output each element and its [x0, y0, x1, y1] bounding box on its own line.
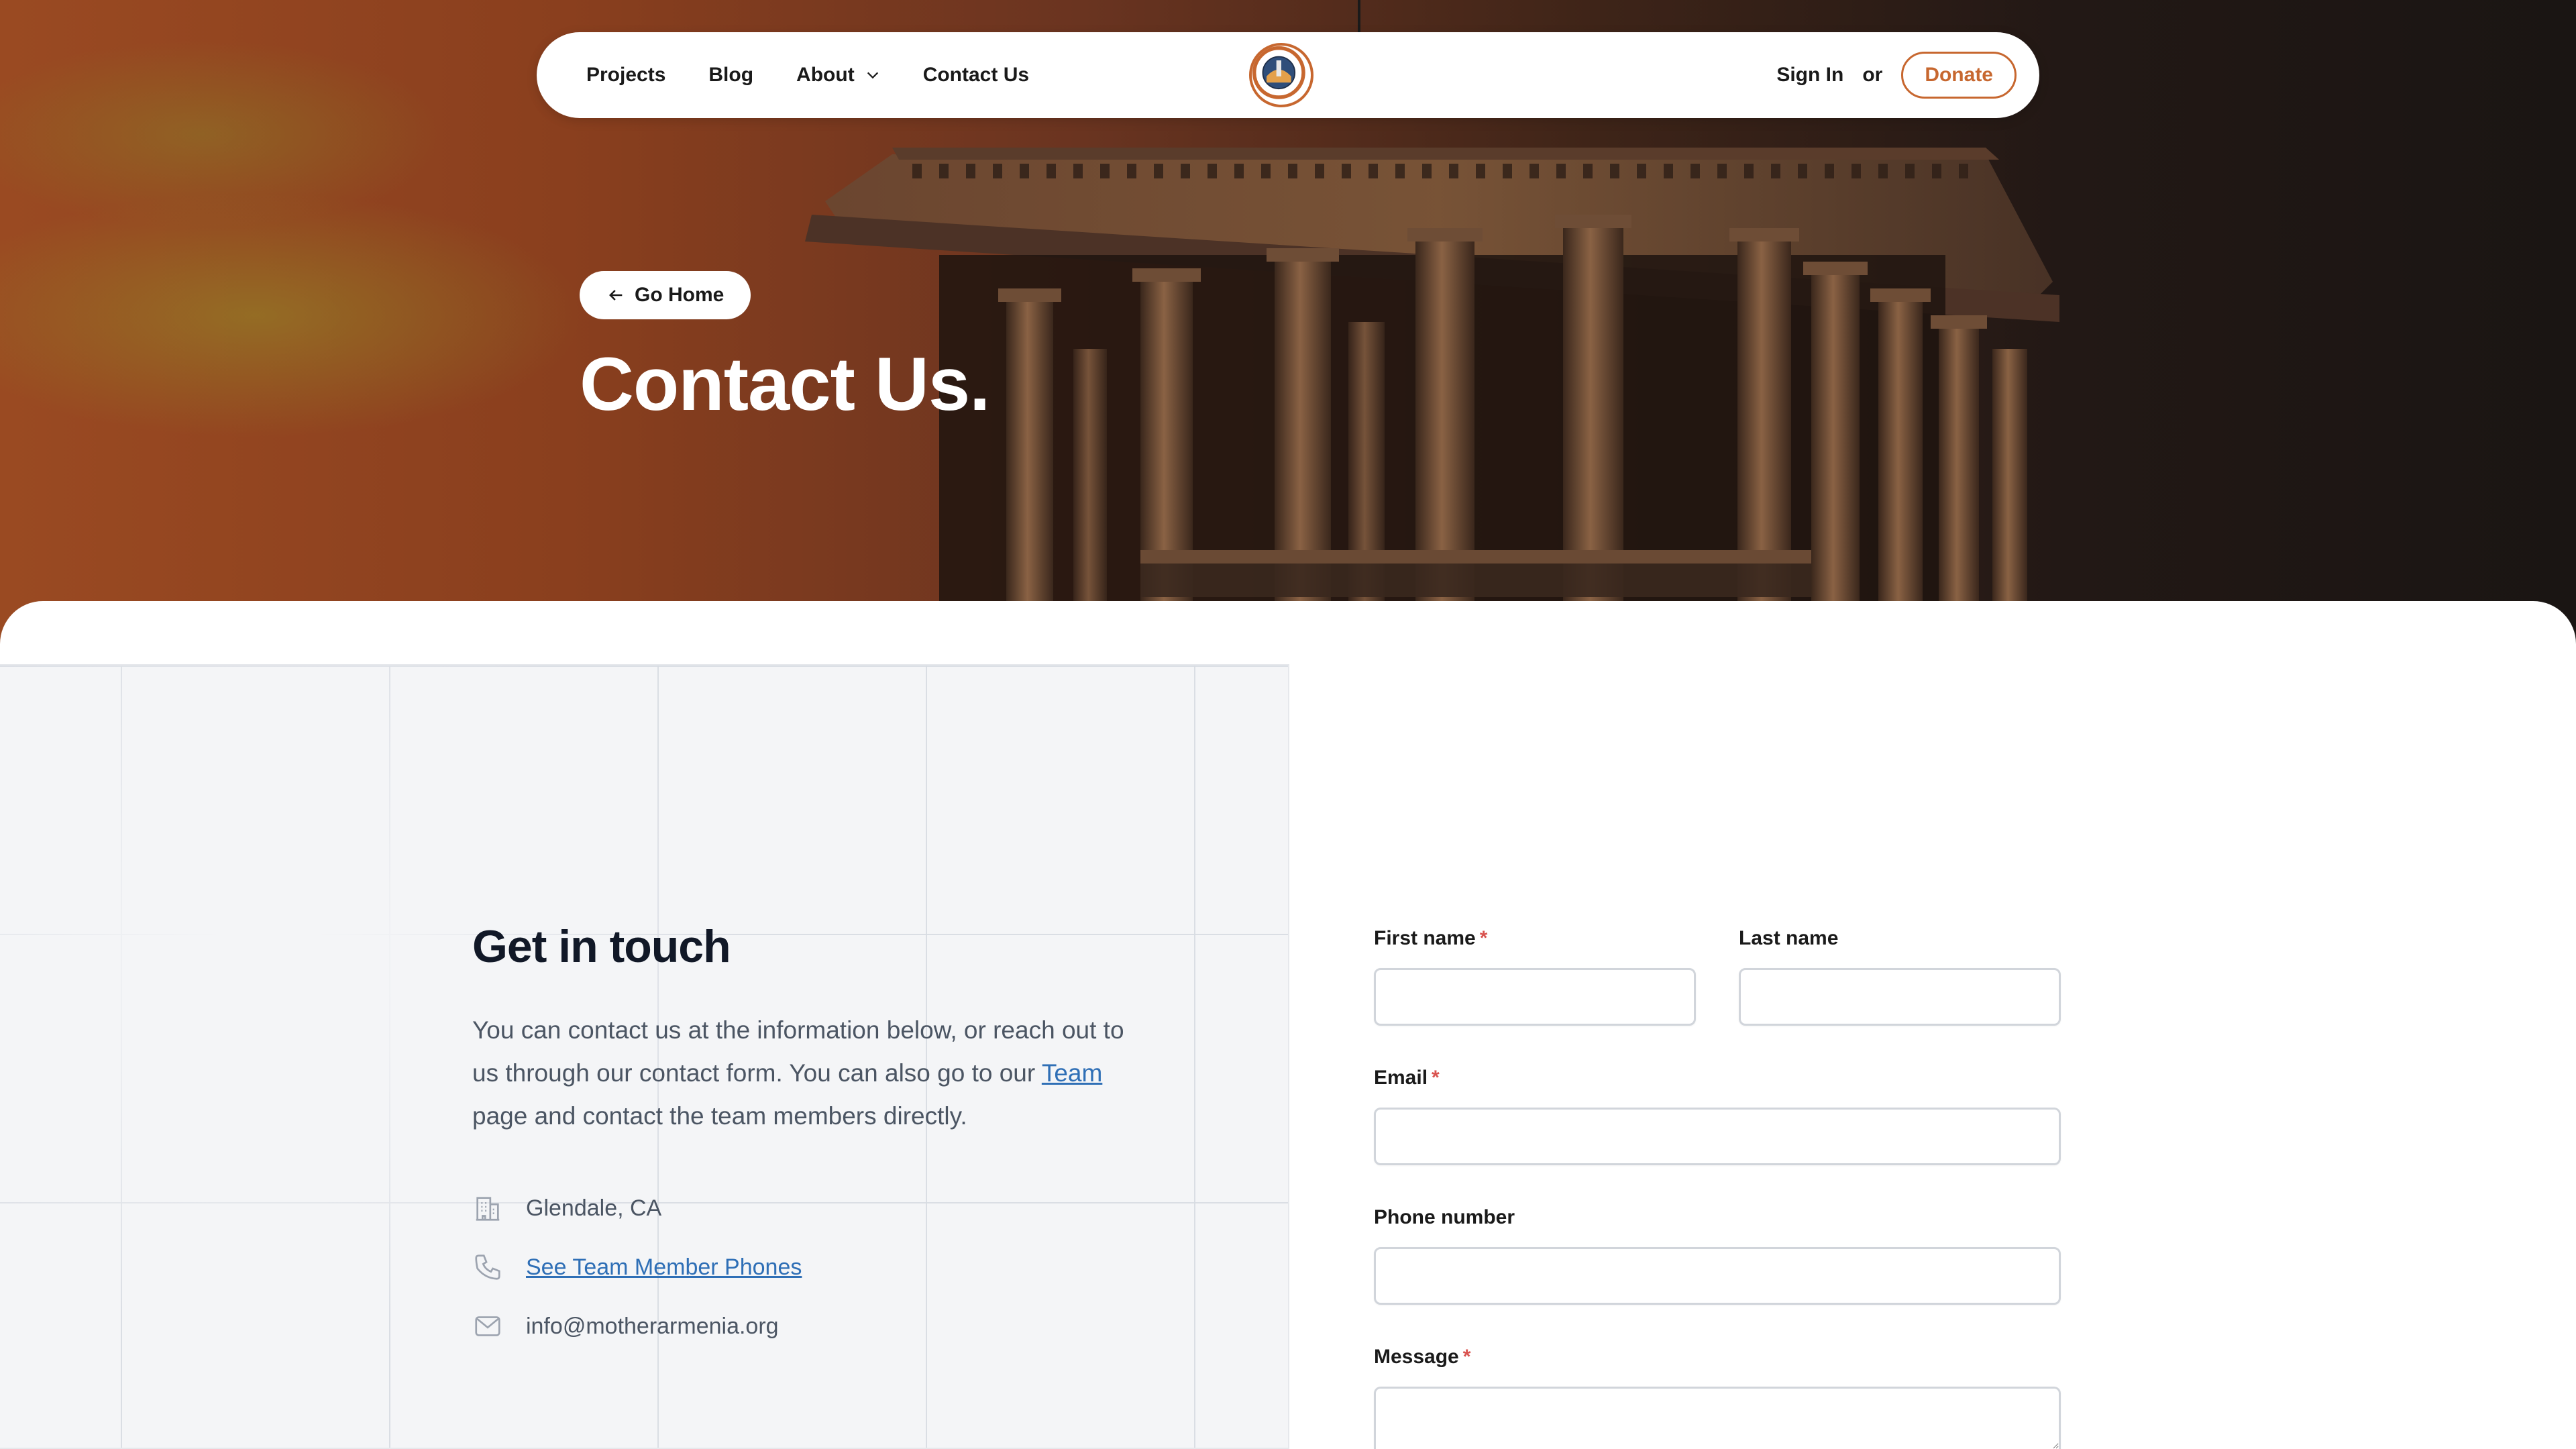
- message-label: Message *: [1374, 1346, 1470, 1368]
- nav-about[interactable]: About: [796, 64, 880, 87]
- team-link[interactable]: Team: [1042, 1059, 1102, 1087]
- phone-input[interactable]: [1376, 1249, 2059, 1303]
- first-name-input[interactable]: [1376, 970, 1694, 1024]
- phone-label: Phone number: [1374, 1206, 1515, 1229]
- message-field[interactable]: [1374, 1387, 2061, 1449]
- donate-button[interactable]: Donate: [1901, 52, 2017, 99]
- nav-contact[interactable]: Contact Us: [923, 64, 1029, 87]
- email-label: Email *: [1374, 1067, 1440, 1089]
- page-title: Contact Us.: [580, 342, 990, 426]
- email-label-text: Email: [1374, 1067, 1428, 1089]
- last-name-label-text: Last name: [1739, 927, 1839, 949]
- get-in-touch-heading: Get in touch: [472, 921, 731, 972]
- envelope-icon: [475, 1316, 500, 1336]
- last-name-input[interactable]: [1741, 970, 2059, 1024]
- first-name-label: First name *: [1374, 927, 1487, 950]
- last-name-field[interactable]: [1739, 968, 2061, 1026]
- phone-label-text: Phone number: [1374, 1206, 1515, 1228]
- last-name-label: Last name: [1739, 927, 1838, 950]
- go-home-button[interactable]: Go Home: [580, 271, 751, 319]
- nav-projects[interactable]: Projects: [586, 64, 665, 87]
- message-label-text: Message: [1374, 1346, 1459, 1368]
- or-text: or: [1862, 64, 1883, 86]
- email-input[interactable]: [1376, 1110, 2059, 1163]
- desc-text-1: You can contact us at the information be…: [472, 1016, 1124, 1087]
- nav-blog[interactable]: Blog: [708, 64, 753, 87]
- location-text: Glendale, CA: [526, 1195, 662, 1221]
- phone-field[interactable]: [1374, 1247, 2061, 1305]
- email-row: info@motherarmenia.org: [472, 1311, 779, 1342]
- go-home-label: Go Home: [635, 284, 724, 306]
- required-marker: *: [1462, 1346, 1471, 1368]
- logo-emblem-icon: [1252, 46, 1305, 99]
- required-marker: *: [1479, 927, 1488, 949]
- nav-actions: Sign In or Donate: [1776, 52, 2017, 99]
- phone-icon: [475, 1254, 500, 1280]
- desc-text-2: page and contact the team members direct…: [472, 1102, 967, 1130]
- building-icon: [476, 1197, 500, 1221]
- email-field[interactable]: [1374, 1108, 2061, 1165]
- sign-in-link[interactable]: Sign In: [1776, 64, 1843, 87]
- first-name-field[interactable]: [1374, 968, 1696, 1026]
- contact-description: You can contact us at the information be…: [472, 1009, 1157, 1138]
- team-phones-link[interactable]: See Team Member Phones: [526, 1254, 802, 1281]
- nav-about-label: About: [796, 64, 855, 86]
- nav-links: Projects Blog About Contact Us: [586, 64, 1029, 87]
- location-row: Glendale, CA: [472, 1193, 661, 1224]
- top-nav: Projects Blog About Contact Us Sign In o…: [537, 32, 2039, 118]
- phone-row: See Team Member Phones: [472, 1252, 802, 1283]
- chevron-down-icon: [867, 72, 878, 79]
- arrow-left-icon: [609, 290, 623, 301]
- first-name-label-text: First name: [1374, 927, 1476, 949]
- site-logo[interactable]: [1249, 43, 1313, 107]
- required-marker: *: [1432, 1067, 1440, 1089]
- message-textarea[interactable]: [1376, 1389, 2059, 1449]
- email-text: info@motherarmenia.org: [526, 1313, 779, 1339]
